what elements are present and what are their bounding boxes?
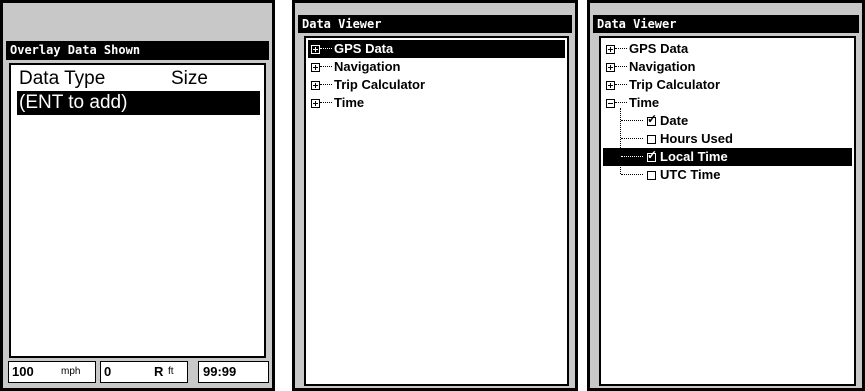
depth-flag: R (154, 364, 164, 379)
data-tree[interactable]: GPS Data Navigation Trip Calculator Time… (599, 36, 856, 386)
time-value: 99:99 (203, 364, 237, 379)
tree-item-date[interactable]: Date (603, 112, 852, 130)
depth-value: 0 (104, 364, 112, 379)
checkbox-empty-icon[interactable] (647, 171, 656, 180)
expand-icon[interactable] (311, 81, 320, 90)
tree-item-navigation[interactable]: Navigation (308, 58, 565, 76)
status-bar: 100 mph 0 R ft 99:99 (6, 359, 269, 385)
data-type-header: Data Type (19, 68, 106, 89)
tree-item-trip-calculator[interactable]: Trip Calculator (603, 76, 852, 94)
tree-item-trip-calculator[interactable]: Trip Calculator (308, 76, 565, 94)
depth-box: 0 R ft (100, 361, 188, 383)
expand-icon[interactable] (606, 63, 615, 72)
speed-unit: mph (61, 366, 81, 377)
checkbox-checked-icon[interactable] (647, 112, 657, 126)
viewer-title: Data Viewer (298, 15, 572, 33)
depth-unit: ft (168, 366, 174, 377)
expand-icon[interactable] (311, 45, 320, 54)
tree-item-local-time[interactable]: Local Time (603, 148, 852, 166)
expand-icon[interactable] (311, 63, 320, 72)
checkbox-empty-icon[interactable] (647, 135, 656, 144)
data-viewer-panel-2: Data Viewer GPS Data Navigation Trip Cal… (587, 0, 865, 391)
tree-item-time[interactable]: Time (603, 94, 852, 112)
tree-item-time[interactable]: Time (308, 94, 565, 112)
tree-item-gps-data[interactable]: GPS Data (603, 40, 852, 58)
checkbox-checked-icon[interactable] (647, 148, 657, 162)
ent-to-add-row[interactable]: (ENT to add) (17, 91, 260, 115)
overlay-data-list[interactable]: Data Type Size (ENT to add) (9, 63, 266, 358)
tree-item-utc-time[interactable]: UTC Time (603, 166, 852, 184)
time-box: 99:99 (198, 361, 269, 383)
tree-item-gps-data[interactable]: GPS Data (308, 40, 565, 58)
size-header: Size (171, 68, 208, 89)
viewer-title: Data Viewer (593, 15, 859, 33)
overlay-title: Overlay Data Shown (6, 41, 269, 60)
expand-icon[interactable] (606, 81, 615, 90)
data-tree[interactable]: GPS Data Navigation Trip Calculator Time (304, 36, 569, 386)
expand-icon[interactable] (606, 45, 615, 54)
collapse-icon[interactable] (606, 99, 615, 108)
speed-value: 100 (12, 364, 34, 379)
overlay-data-panel: Overlay Data Shown Data Type Size (ENT t… (0, 0, 275, 391)
speed-box: 100 mph (8, 361, 96, 383)
tree-item-hours-used[interactable]: Hours Used (603, 130, 852, 148)
expand-icon[interactable] (311, 99, 320, 108)
data-viewer-panel-1: Data Viewer GPS Data Navigation Trip Cal… (292, 0, 578, 391)
tree-item-navigation[interactable]: Navigation (603, 58, 852, 76)
list-header: Data Type Size (17, 67, 258, 91)
